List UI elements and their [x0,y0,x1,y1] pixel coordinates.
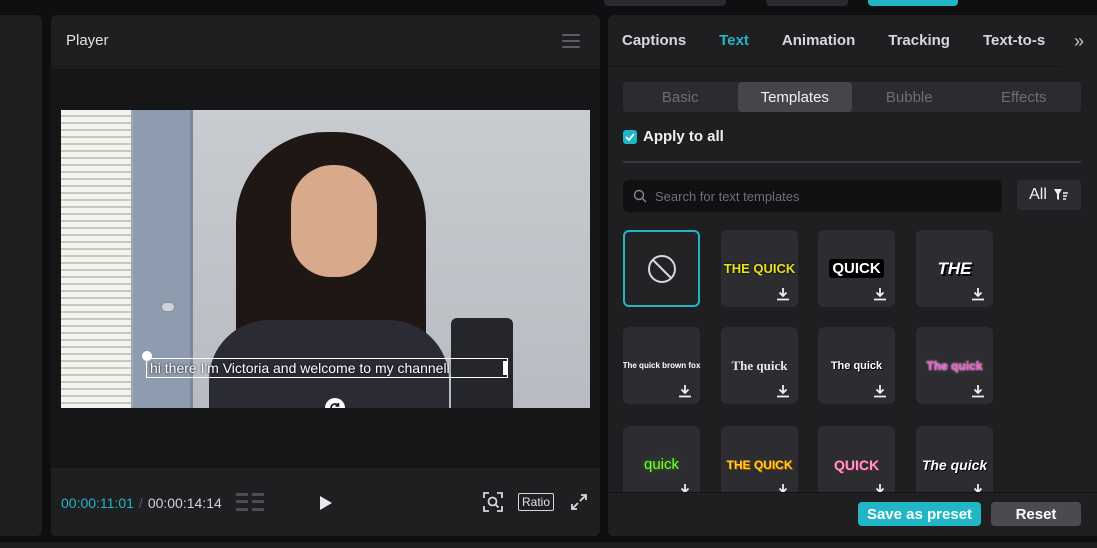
template-grid: THE QUICK QUICK THE The quick brown fox … [623,230,1093,492]
subtab-bubble[interactable]: Bubble [852,82,967,112]
more-tabs-icon[interactable]: » [1061,15,1097,67]
download-icon[interactable] [873,384,887,398]
player-right-controls: Ratio [482,491,590,513]
total-time: 00:00:14:14 [147,495,222,511]
current-time: 00:00:11:01 [61,495,134,511]
search-icon [633,189,647,203]
subtab-basic[interactable]: Basic [623,82,738,112]
download-icon[interactable] [971,287,985,301]
download-icon[interactable] [873,287,887,301]
template-label: THE QUICK [723,261,796,276]
download-icon[interactable] [776,384,790,398]
check-icon [625,132,635,141]
top-toolbar-button[interactable] [766,0,848,6]
video-door-knob [161,302,175,312]
template-item[interactable]: The quick brown fox [623,327,700,404]
template-label: QUICK [829,259,884,278]
template-label: The quick [830,359,883,372]
template-label: THE QUICK [726,457,793,472]
template-item[interactable]: QUICK [818,426,895,492]
caption-text-box[interactable]: hi there I'm Victoria and welcome to my … [146,358,508,378]
template-item[interactable]: The quick [916,327,993,404]
player-stage: hi there I'm Victoria and welcome to my … [51,68,600,468]
video-person-face [291,165,377,277]
apply-to-all-label: Apply to all [643,128,724,145]
top-toolbar-accent-button[interactable] [868,0,958,6]
template-label: The quick [921,456,988,473]
caption-scale-handle[interactable] [142,351,152,361]
text-subtabs: Basic Templates Bubble Effects [623,82,1081,112]
download-icon[interactable] [873,483,887,492]
play-button[interactable] [316,493,336,513]
left-panel [0,15,42,536]
caption-resize-handle[interactable] [503,361,507,375]
search-input[interactable] [655,188,975,204]
template-label: The quick [731,357,788,373]
template-none[interactable] [623,230,700,307]
save-as-preset-button[interactable]: Save as preset [858,502,981,526]
player-title: Player [66,32,109,49]
top-toolbar-partial [600,0,1097,8]
template-item[interactable]: QUICK [818,230,895,307]
zoom-frame-icon[interactable] [482,491,504,513]
download-icon[interactable] [678,483,692,492]
tab-animation[interactable]: Animation [782,32,855,49]
download-icon[interactable] [776,483,790,492]
menu-icon[interactable] [562,33,580,48]
template-label: THE [937,258,972,278]
template-item[interactable]: THE [916,230,993,307]
tab-captions[interactable]: Captions [622,32,686,49]
apply-to-all-checkbox[interactable] [623,129,637,144]
tab-tracking[interactable]: Tracking [888,32,950,49]
template-item[interactable]: The quick [721,327,798,404]
timeline-grid-icon[interactable] [235,493,264,513]
divider [623,161,1081,163]
template-item[interactable]: quick [623,426,700,492]
template-label: quick [643,456,680,473]
template-item[interactable]: The quick [916,426,993,492]
template-search [623,180,1002,212]
reset-button[interactable]: Reset [991,502,1081,526]
subtab-effects[interactable]: Effects [967,82,1082,112]
none-icon [647,254,676,283]
ratio-button[interactable]: Ratio [517,493,554,511]
fullscreen-icon[interactable] [568,491,590,513]
filter-label: All [1029,186,1047,203]
top-toolbar-button[interactable] [604,0,726,6]
filter-icon [1053,189,1068,200]
template-item[interactable]: THE QUICK [721,426,798,492]
text-properties-panel: Captions Text Animation Tracking Text-to… [608,15,1097,536]
template-label: The quick brown fox [623,361,701,370]
template-label: QUICK [833,456,880,473]
template-item[interactable]: THE QUICK [721,230,798,307]
apply-to-all-row: Apply to all [623,128,724,145]
tab-text-to-speech[interactable]: Text-to-s [983,32,1045,49]
player-panel: Player hi there I'm Victoria and welcome… [51,15,600,536]
filter-dropdown[interactable]: All [1017,180,1081,210]
caption-text: hi there I'm Victoria and welcome to my … [150,360,450,376]
template-label: The quick [926,358,983,373]
video-preview[interactable]: hi there I'm Victoria and welcome to my … [61,110,590,408]
timeline-edge [0,542,1097,548]
player-controls: 00:00:11:01 / 00:00:14:14 Ratio [51,485,600,521]
play-icon [320,496,332,510]
subtab-templates[interactable]: Templates [737,82,852,112]
property-tabs: Captions Text Animation Tracking Text-to… [608,15,1097,67]
download-icon[interactable] [678,384,692,398]
download-icon[interactable] [971,483,985,492]
template-item[interactable]: The quick [818,327,895,404]
download-icon[interactable] [971,384,985,398]
download-icon[interactable] [776,287,790,301]
panel-footer: Save as preset Reset [608,492,1097,536]
video-window-blinds [61,110,131,408]
player-header: Player [51,15,600,67]
time-separator: / [138,495,143,511]
tab-text[interactable]: Text [719,32,749,49]
app-root: Player hi there I'm Victoria and welcome… [0,0,1097,548]
